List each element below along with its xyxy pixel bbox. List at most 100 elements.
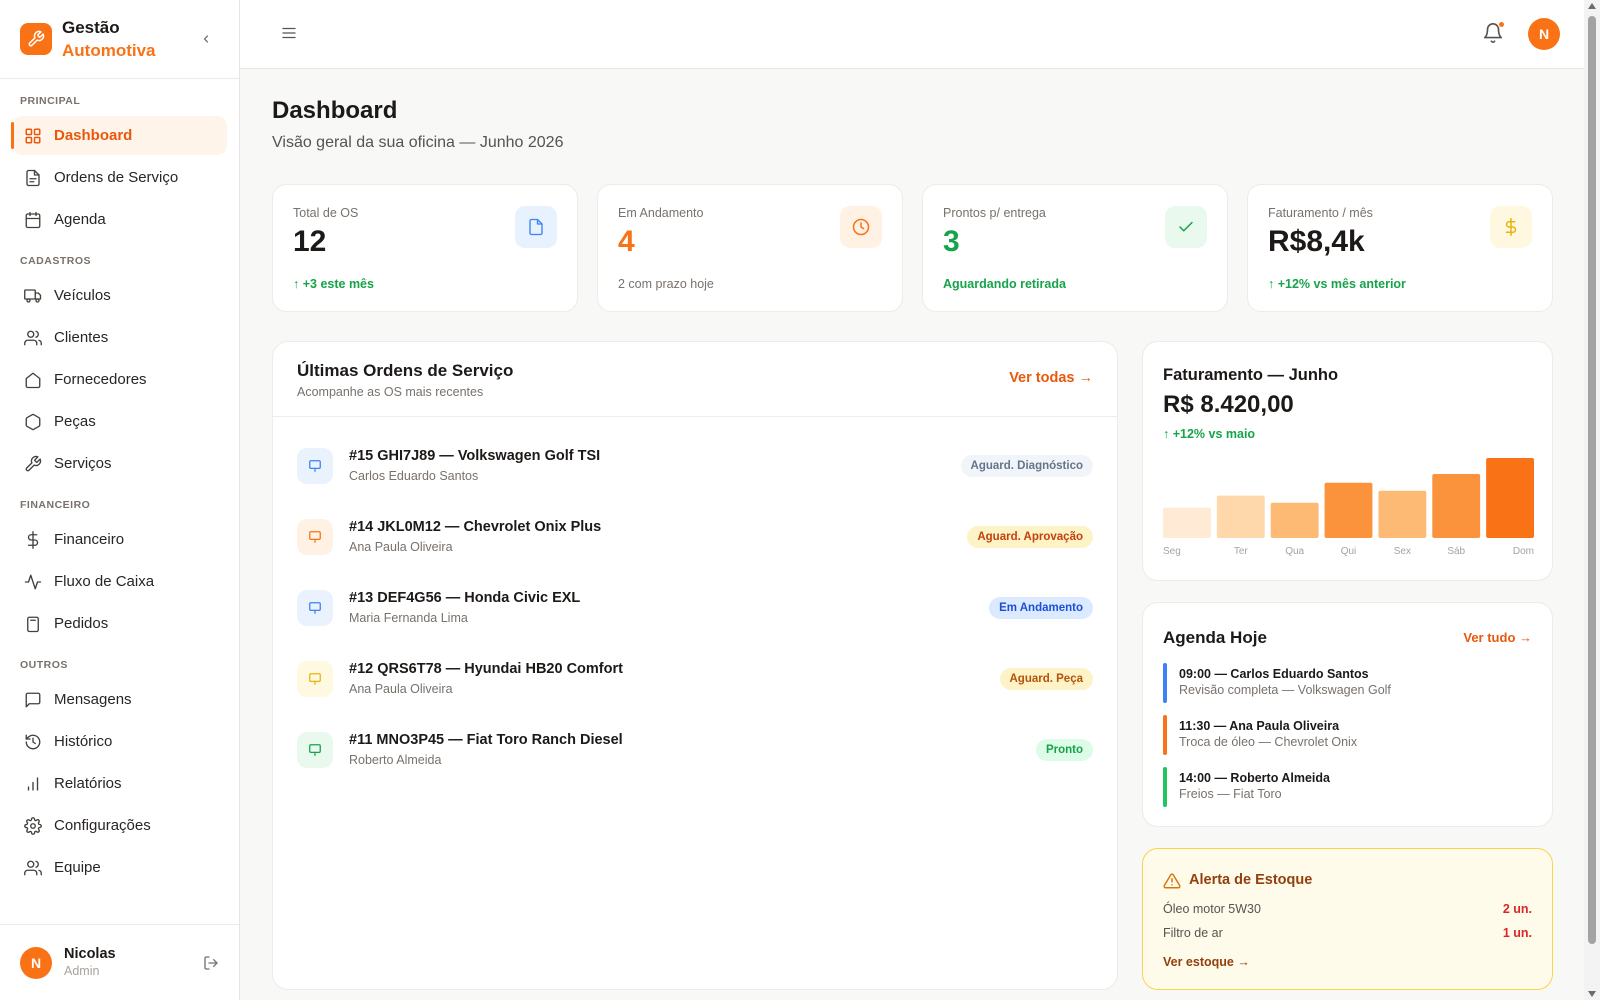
table-row[interactable]: #15 GHI7J89 — Volkswagen Golf TSI Carlos… [273, 430, 1117, 501]
home-icon [24, 371, 42, 389]
avatar[interactable]: N [20, 946, 52, 979]
sidebar-item-label: Equipe [54, 859, 101, 876]
section-title-outros: OUTROS [20, 659, 68, 671]
scrollbar[interactable] [1584, 0, 1600, 1000]
history-icon [24, 733, 42, 751]
table-row[interactable]: #14 JKL0M12 — Chevrolet Onix Plus Ana Pa… [273, 501, 1117, 572]
stat-label: Total de OS [293, 206, 359, 220]
users-icon [24, 859, 42, 877]
file-icon [24, 169, 42, 187]
view-all-orders-link[interactable]: Ver todas → [1009, 370, 1093, 386]
revenue-bar-label: Sex [1394, 546, 1411, 557]
brand-name-line1: Gestão [62, 18, 120, 37]
sidebar-item-equipe[interactable]: Equipe [12, 848, 227, 887]
section-title-principal: PRINCIPAL [20, 95, 81, 107]
user-footer: N Nicolas Admin [0, 924, 239, 1000]
sidebar-item-pecas[interactable]: Peças [12, 402, 227, 441]
sidebar-item-fornecedores[interactable]: Fornecedores [12, 360, 227, 399]
view-stock-link[interactable]: Ver estoque → [1163, 955, 1250, 969]
dollar-icon [24, 530, 42, 549]
agenda-desc: Troca de óleo — Chevrolet Onix [1179, 735, 1358, 749]
clock-icon [840, 206, 882, 248]
agenda-time-name: 09:00 — Carlos Eduardo Santos [1179, 667, 1369, 681]
table-row[interactable]: #11 MNO3P45 — Fiat Toro Ranch Diesel Rob… [273, 714, 1117, 785]
page-title: Dashboard [272, 97, 398, 124]
status-badge: Pronto [1035, 739, 1093, 761]
truck-icon [24, 287, 42, 305]
sidebar: Gestão Automotiva PRINCIPAL Dashboard Or… [0, 0, 240, 1000]
sidebar-item-historico[interactable]: Histórico [12, 722, 227, 761]
sidebar-item-label: Relatórios [54, 775, 122, 792]
sidebar-item-veiculos[interactable]: Veículos [12, 276, 227, 315]
sidebar-item-fluxo-de-caixa[interactable]: Fluxo de Caixa [12, 562, 227, 601]
agenda-item[interactable]: 11:30 — Ana Paula Oliveira Troca de óleo… [1163, 715, 1523, 755]
order-client: Ana Paula Oliveira [349, 540, 453, 554]
section-title-cadastros: CADASTROS [20, 255, 92, 267]
revenue-bar-qui [1324, 482, 1373, 538]
stock-alert-title: Alerta de Estoque [1189, 872, 1313, 888]
sidebar-item-pedidos[interactable]: Pedidos [12, 604, 227, 643]
stat-card-em-andamento: Em Andamento 4 2 com prazo hoje [597, 184, 903, 312]
sidebar-item-configuracoes[interactable]: Configurações [12, 806, 227, 845]
logout-button[interactable] [203, 955, 219, 976]
header-avatar[interactable]: N [1528, 18, 1560, 50]
revenue-bar-dom [1486, 458, 1534, 538]
revenue-bar-chart: Seg Ter Qua Qui Sex Sáb Dom [1163, 458, 1534, 557]
menu-toggle-button[interactable] [280, 24, 298, 47]
revenue-bar-label: Seg [1163, 546, 1181, 557]
table-row[interactable]: #13 DEF4G56 — Honda Civic EXL Maria Fern… [273, 572, 1117, 643]
agenda-item[interactable]: 14:00 — Roberto Almeida Freios — Fiat To… [1163, 767, 1523, 807]
menu-icon [282, 27, 296, 39]
stat-card-faturamento: Faturamento / mês R$8,4k ↑ +12% vs mês a… [1247, 184, 1553, 312]
activity-icon [24, 573, 42, 591]
stock-item-qty: 2 un. [1502, 902, 1532, 916]
sidebar-item-relatorios[interactable]: Relatórios [12, 764, 227, 803]
sidebar-item-ordens[interactable]: Ordens de Serviço [12, 158, 227, 197]
agenda-card: Agenda Hoje Ver tudo → 09:00 — Carlos Ed… [1142, 602, 1553, 827]
sidebar-item-label: Financeiro [54, 531, 125, 548]
revenue-bar-label: Sáb [1447, 546, 1465, 557]
stock-alert-card: Alerta de Estoque Óleo motor 5W30 2 un. … [1142, 848, 1553, 990]
notification-dot [1498, 21, 1505, 28]
order-title: #14 JKL0M12 — Chevrolet Onix Plus [349, 519, 602, 535]
sidebar-item-mensagens[interactable]: Mensagens [12, 680, 227, 719]
section-title-financeiro: FINANCEIRO [20, 499, 91, 511]
agenda-item[interactable]: 09:00 — Carlos Eduardo Santos Revisão co… [1163, 663, 1523, 703]
revenue-bar-qua [1270, 502, 1319, 538]
order-title: #11 MNO3P45 — Fiat Toro Ranch Diesel [349, 732, 623, 748]
order-client: Ana Paula Oliveira [349, 682, 453, 696]
agenda-time-name: 11:30 — Ana Paula Oliveira [1179, 719, 1340, 733]
collapse-sidebar-button[interactable] [199, 32, 213, 46]
gear-icon [24, 816, 42, 835]
order-client: Carlos Eduardo Santos [349, 469, 479, 483]
revenue-bar-sex [1378, 490, 1427, 538]
wrench-icon [24, 455, 42, 473]
view-all-agenda-link[interactable]: Ver tudo → [1463, 630, 1532, 645]
scroll-down-arrow-icon[interactable] [1588, 991, 1596, 997]
stat-label: Faturamento / mês [1268, 206, 1373, 220]
sidebar-item-clientes[interactable]: Clientes [12, 318, 227, 357]
scrollbar-thumb[interactable] [1588, 16, 1596, 944]
sidebar-item-agenda[interactable]: Agenda [12, 200, 227, 239]
monitor-icon [297, 661, 333, 697]
sidebar-item-financeiro[interactable]: Financeiro [12, 520, 227, 559]
notifications-button[interactable] [1482, 21, 1505, 49]
sidebar-nav: PRINCIPAL Dashboard Ordens de Serviço Ag… [0, 95, 239, 887]
revenue-bar-label: Qui [1341, 546, 1357, 557]
stat-value: 3 [943, 225, 960, 258]
file-icon [515, 206, 557, 248]
stat-note: 2 com prazo hoje [618, 277, 714, 291]
order-client: Roberto Almeida [349, 753, 442, 767]
stat-note: ↑ +3 este mês [293, 277, 374, 291]
sidebar-item-label: Agenda [54, 211, 106, 228]
sidebar-item-label: Veículos [54, 287, 111, 304]
scroll-up-arrow-icon[interactable] [1588, 3, 1596, 9]
stat-label: Prontos p/ entrega [943, 206, 1046, 220]
sidebar-item-dashboard[interactable]: Dashboard [11, 116, 227, 155]
stock-item-qty: 1 un. [1502, 926, 1532, 940]
order-title: #15 GHI7J89 — Volkswagen Golf TSI [349, 448, 601, 464]
monitor-icon [297, 519, 333, 555]
sidebar-item-label: Configurações [54, 817, 151, 834]
sidebar-item-servicos[interactable]: Serviços [12, 444, 227, 483]
table-row[interactable]: #12 QRS6T78 — Hyundai HB20 Comfort Ana P… [273, 643, 1117, 714]
